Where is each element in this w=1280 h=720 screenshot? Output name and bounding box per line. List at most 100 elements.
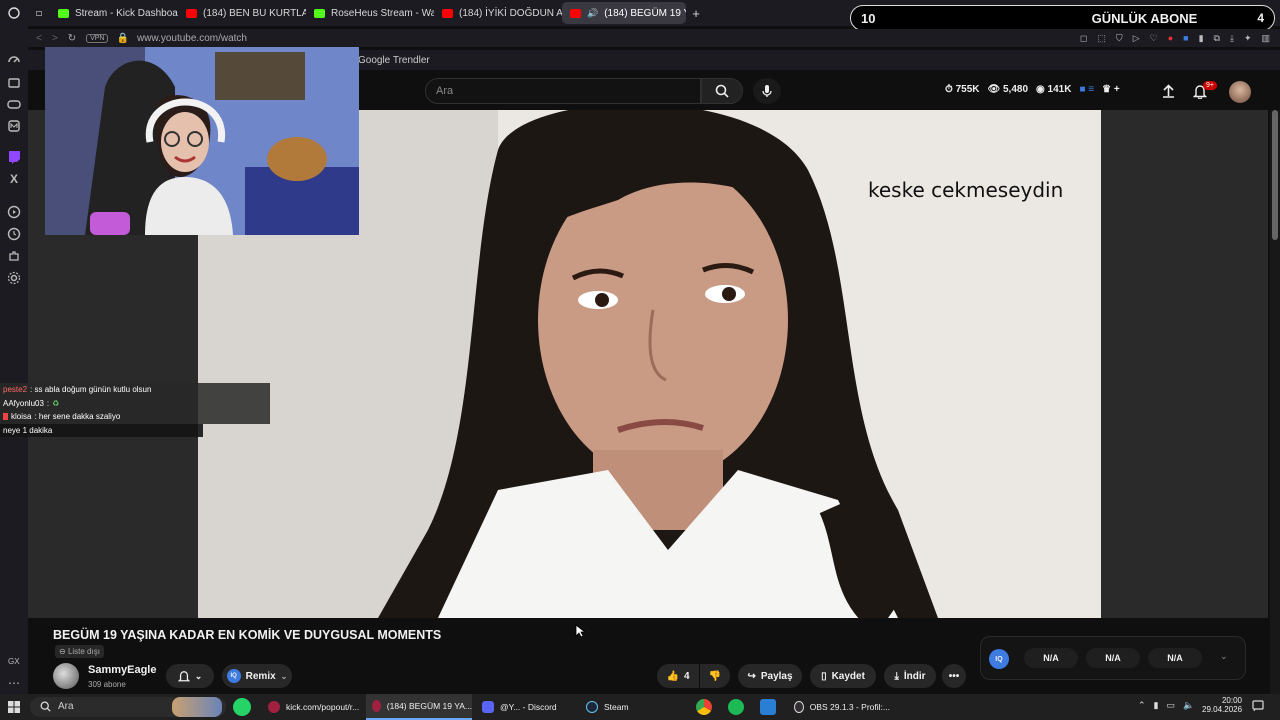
tray-volume-icon[interactable]: 🔈 [1183,700,1194,711]
badge-icon [3,413,8,421]
stats-icon[interactable]: ▮ [1199,33,1204,44]
youtube-icon [570,8,581,18]
app-icon[interactable] [760,699,776,715]
share-button[interactable]: ↪ Paylaş [738,664,802,688]
puzzle-icon[interactable]: ⧉ [1214,33,1220,44]
new-tab-button[interactable]: + [686,2,706,24]
channel-name[interactable]: SammyEagle [88,664,156,676]
taskbar-youtube-window[interactable]: (184) BEGÜM 19 YA... [366,694,472,720]
player-icon[interactable] [7,205,21,219]
snapshot-icon[interactable]: ⬚ [1097,33,1106,44]
bookmark-icon[interactable]: ◻ [1080,33,1087,44]
whatsapp-icon[interactable] [233,698,251,716]
more-icon[interactable]: ⋯ [7,676,21,690]
taskbar-item-label: Steam [604,702,629,712]
messenger-icon[interactable] [7,119,21,133]
reload-icon[interactable]: ↻ [68,33,76,44]
scrollbar-thumb[interactable] [1272,110,1278,240]
tab-overview-icon[interactable] [28,2,50,24]
browser-menu-icon[interactable] [0,2,28,24]
tray-usb-icon[interactable]: ▮ [1154,700,1159,711]
sidebar-toggle-icon[interactable]: ▥ [1261,33,1270,44]
chat-message: kloisa : her sene dakka szaliyo [0,410,270,424]
back-icon[interactable]: < [36,33,42,44]
settings-gear-icon[interactable] [7,271,21,285]
url-field[interactable]: www.youtube.com/watch [137,33,247,44]
thumbs-up-icon: 👍 [666,670,679,682]
taskbar-clock[interactable]: 20:00 29.04.2026 [1202,696,1242,714]
taskbar-discord[interactable]: @Y... - Discord [476,694,576,720]
share-icon: ↪ [747,670,756,682]
forward-icon[interactable]: > [52,33,58,44]
dislike-button[interactable]: 👎 [700,664,730,688]
ai-icon[interactable]: ✦ [1244,33,1252,44]
download-button[interactable]: ⤓ İndir [884,664,936,688]
notification-count-badge: 9+ [1203,81,1217,90]
tray-network-icon[interactable]: ▭ [1167,700,1176,711]
system-tray: ⌃ ▮ ▭ 🔈 [1138,700,1194,711]
chat-username: AAfyonlu03 [3,398,44,408]
clock-date: 29.04.2026 [1202,705,1243,714]
download-arrow-icon: ⤓ [894,670,899,682]
spotify-icon[interactable] [728,699,744,715]
iq-badge[interactable]: IQ [989,649,1009,669]
taskbar-item-label: (184) BEGÜM 19 YA... [386,701,472,711]
ext-chevron-down-icon[interactable]: ⌄ [1220,651,1228,662]
account-avatar[interactable] [1229,81,1251,103]
extensions-icon[interactable] [7,249,21,263]
adblock-icon[interactable]: ● [1168,33,1173,44]
tab-youtube-begum[interactable]: 🔊 (184) BEGÜM 19 YAŞIN [562,2,686,24]
taskbar-obs[interactable]: OBS 29.1.3 - Profil:... [788,694,890,720]
steam-icon [586,701,598,713]
tab-youtube-kurtlar[interactable]: (184) BEN BU KURTLAR S [178,2,306,24]
upload-icon[interactable] [1162,84,1175,98]
chrome-icon[interactable] [696,699,712,715]
iq-stats-icon[interactable]: ■ ≡ [1079,84,1094,95]
x-twitter-icon[interactable]: X [7,172,21,186]
remix-button[interactable]: IQ Remix ⌄ [222,664,292,688]
play-icon[interactable]: ▷ [1133,33,1140,44]
iq-ext-icon[interactable]: ■ [1183,33,1188,44]
youtube-icon [442,8,453,18]
daily-sub-goal-overlay: 10 GÜNLÜK ABONE 4 [850,5,1275,31]
windows-start-icon[interactable] [8,701,20,713]
taskbar-steam[interactable]: Steam [580,694,680,720]
voice-search-button[interactable] [753,78,781,104]
chat-message: peste2 : ss abla doğum günün kutlu olsun [0,383,270,397]
tab-kick-dashboard[interactable]: Stream - Kick Dashboard [50,2,178,24]
kick-icon [58,8,69,18]
channel-avatar[interactable] [53,663,79,689]
save-button[interactable]: ▯ Kaydet [810,664,876,688]
chevron-down-icon: ⌄ [194,670,203,681]
shield-icon[interactable]: ⛉ [1116,33,1123,44]
lock-icon: 🔒 [116,32,129,44]
gamepad-icon[interactable] [7,97,21,111]
vpn-badge[interactable]: VPN [86,33,109,43]
speed-dial-icon[interactable] [7,53,21,67]
more-actions-button[interactable]: ••• [942,664,966,688]
chat-text: neye 1 dakika [3,425,53,435]
tab-roseheus-stream[interactable]: RoseHeus Stream - Watch [306,2,434,24]
history-icon[interactable] [7,227,21,241]
chat-text: : [46,398,50,408]
search-input[interactable]: Ara [425,78,701,104]
opera-gx-icon [372,700,381,712]
subscribe-bell-button[interactable]: ⌄ [166,664,214,688]
chat-text: : ss abla doğum günün kutlu olsun [30,385,152,395]
download-icon[interactable]: ⤓ [1230,33,1234,44]
crown-icon[interactable]: ♛ + [1102,84,1120,95]
heart-icon[interactable]: ♡ [1150,33,1158,44]
stat-subs: ◉ 141K [1036,84,1072,95]
tab-youtube-iyiki[interactable]: (184) İYİKİ DOĞDUN ABLA [434,2,562,24]
goal-label: GÜNLÜK ABONE [1091,10,1198,26]
thumbs-down-icon: 👎 [708,670,722,682]
tray-chevron-up-icon[interactable]: ⌃ [1138,700,1146,711]
notification-center-icon[interactable] [1252,700,1264,712]
like-button[interactable]: 👍 4 [657,664,699,688]
bookmark-google-trends[interactable]: Google Trendler [358,55,430,66]
bag-icon[interactable] [7,75,21,89]
search-button[interactable] [701,78,743,104]
taskbar-item-label: kick.com/popout/r... [286,702,360,712]
twitch-icon[interactable] [7,150,21,164]
taskbar-kick-popout[interactable]: kick.com/popout/r... [262,694,362,720]
